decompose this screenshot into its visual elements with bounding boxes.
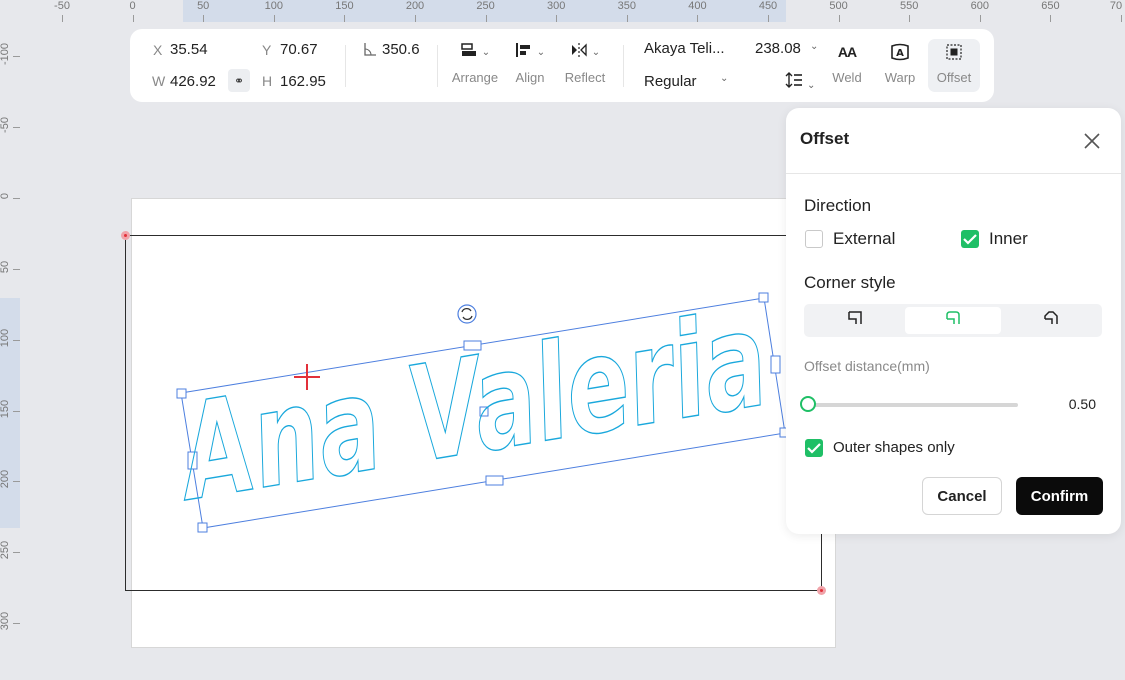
weld-label: Weld — [832, 70, 862, 85]
chevron-down-icon: ⌄ — [591, 46, 601, 58]
divider — [437, 45, 438, 87]
weld-icon: AA — [837, 44, 857, 60]
offset-distance-slider[interactable] — [808, 403, 1018, 407]
outer-shapes-only-label: Outer shapes only — [833, 439, 955, 456]
weld-button[interactable]: AA Weld — [825, 39, 869, 95]
cancel-button[interactable]: Cancel — [922, 477, 1002, 515]
outer-shapes-only-checkbox[interactable] — [805, 439, 823, 457]
chevron-down-icon: ⌄ — [810, 41, 819, 52]
divider — [345, 45, 346, 87]
panel-title: Offset — [800, 129, 850, 148]
line-spacing-button[interactable]: ⌄ — [785, 72, 815, 93]
reflect-icon — [570, 42, 588, 63]
corner-style-heading: Corner style — [804, 273, 896, 292]
chevron-down-icon: ⌄ — [807, 80, 816, 91]
w-label: W — [152, 73, 166, 89]
corner-style-bevel[interactable] — [1003, 307, 1099, 334]
confirm-button[interactable]: Confirm — [1016, 477, 1103, 515]
y-label: Y — [262, 42, 272, 58]
reflect-label: Reflect — [564, 70, 606, 85]
rotate-handle-icon[interactable] — [457, 304, 477, 324]
check-icon — [807, 443, 821, 454]
font-size-select[interactable]: 238.08 — [755, 40, 801, 57]
rotation-field[interactable]: 350.6 — [382, 41, 420, 58]
line-spacing-icon — [785, 72, 803, 92]
offset-button-content[interactable]: Offset — [931, 39, 977, 95]
reflect-button[interactable]: ⌄ Reflect — [562, 39, 608, 95]
arrange-label: Arrange — [451, 70, 499, 85]
inner-checkbox[interactable] — [961, 230, 979, 248]
warp-button[interactable]: A Warp — [878, 39, 922, 95]
warp-label: Warp — [884, 70, 916, 85]
slider-handle[interactable] — [800, 396, 816, 412]
external-label: External — [833, 229, 896, 248]
offset-panel: Offset Direction External Inner Corner s… — [786, 108, 1121, 534]
warp-icon: A — [890, 39, 910, 65]
square-corner-icon — [847, 310, 863, 331]
round-corner-icon — [945, 310, 961, 331]
chevron-down-icon: ⌄ — [720, 73, 729, 84]
corner-style-group — [804, 304, 1102, 337]
font-family-select[interactable]: Akaya Teli... — [644, 40, 725, 57]
svg-text:A: A — [896, 48, 904, 59]
offset-distance-label: Offset distance(mm) — [804, 358, 930, 374]
w-field[interactable]: 426.92 — [170, 73, 216, 90]
align-button[interactable]: ⌄ Align — [508, 39, 552, 95]
check-icon — [963, 234, 977, 245]
h-label: H — [262, 73, 273, 89]
chevron-down-icon: ⌄ — [481, 46, 491, 58]
arrange-button[interactable]: ⌄ Arrange — [450, 39, 500, 95]
font-style-select[interactable]: Regular — [644, 73, 697, 90]
h-field[interactable]: 162.95 — [280, 73, 326, 90]
bevel-corner-icon — [1043, 310, 1059, 331]
align-icon — [515, 42, 533, 63]
offset-icon — [945, 39, 963, 65]
direction-heading: Direction — [804, 196, 872, 215]
offset-label: Offset — [936, 70, 972, 85]
divider — [786, 173, 1121, 174]
corner-style-round[interactable] — [905, 307, 1001, 334]
rotation-angle-icon — [363, 41, 377, 57]
divider — [623, 45, 624, 87]
align-label: Align — [515, 70, 545, 85]
close-icon[interactable] — [1082, 131, 1102, 151]
external-checkbox[interactable] — [805, 230, 823, 248]
arrange-icon — [460, 42, 478, 63]
properties-toolbar: X 35.54 Y 70.67 W 426.92 ⚭ H 162.95 350.… — [130, 29, 994, 102]
chevron-down-icon: ⌄ — [536, 46, 546, 58]
offset-distance-value[interactable]: 0.50 — [1056, 396, 1096, 412]
y-field[interactable]: 70.67 — [280, 41, 318, 58]
lock-ratio-icon[interactable]: ⚭ — [228, 69, 250, 92]
corner-style-square[interactable] — [807, 307, 903, 334]
x-field[interactable]: 35.54 — [170, 41, 208, 58]
inner-label: Inner — [989, 229, 1028, 248]
x-label: X — [153, 42, 163, 58]
